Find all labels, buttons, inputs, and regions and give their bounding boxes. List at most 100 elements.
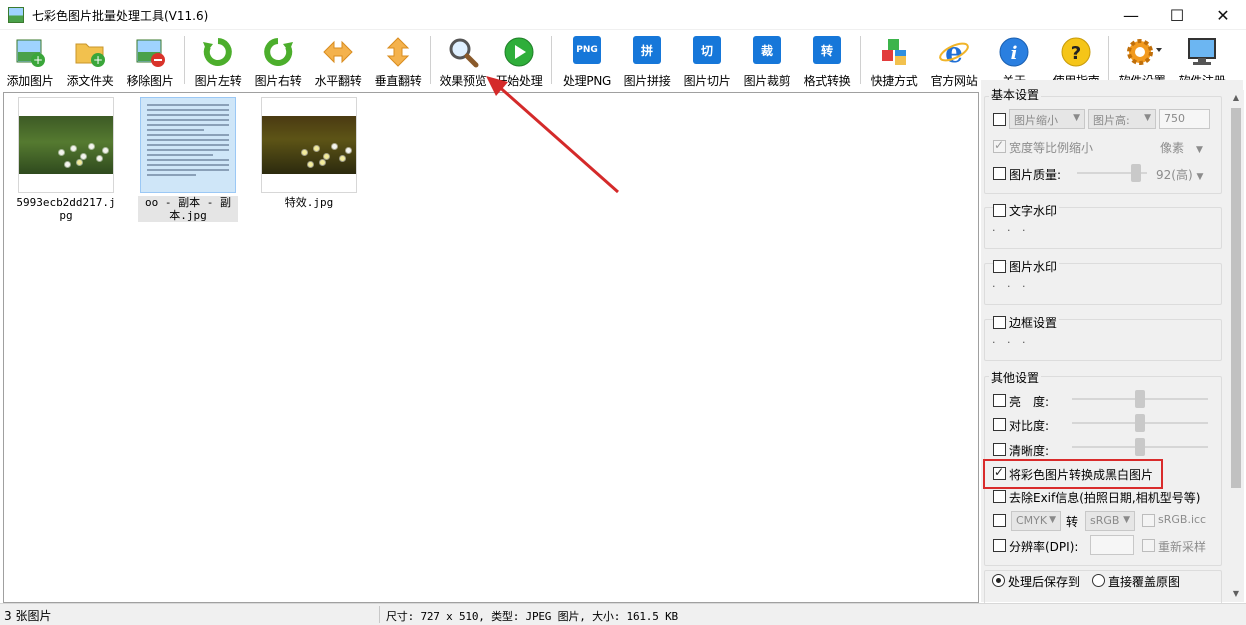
add-folder-button[interactable]: + 添文件夹 — [60, 34, 120, 88]
shortcut-button[interactable]: 快捷方式 — [864, 34, 924, 88]
convert-icon: 转 — [813, 36, 841, 64]
dimension-select[interactable]: 图片高: ▼ — [1088, 109, 1156, 129]
stitch-icon: 拼 — [633, 36, 661, 64]
height-input[interactable]: 750 — [1159, 109, 1210, 129]
scroll-down-icon[interactable]: ▼ — [1228, 586, 1244, 602]
status-bar: 3 张图片 尺寸: 727 x 510, 类型: JPEG 图片, 大小: 16… — [0, 603, 1246, 625]
svg-text:+: + — [33, 53, 43, 67]
quality-slider[interactable] — [1077, 163, 1147, 183]
image-count: 3 张图片 — [4, 609, 52, 623]
chevron-down-icon: ▼ — [1073, 113, 1080, 123]
image-item[interactable]: 特效.jpg — [259, 97, 359, 209]
image-watermark-checkbox[interactable] — [993, 260, 1006, 273]
help-icon: ? — [1060, 36, 1092, 68]
text-watermark-checkbox[interactable] — [993, 204, 1006, 217]
sharpness-slider[interactable] — [1072, 437, 1208, 457]
srgb-icc-checkbox[interactable] — [1142, 514, 1155, 527]
close-icon: ✕ — [1216, 5, 1230, 25]
quality-checkbox[interactable] — [993, 167, 1006, 180]
crop-icon: 裁 — [753, 36, 781, 64]
gear-icon — [1126, 36, 1162, 68]
magnifier-icon — [447, 36, 479, 68]
close-button[interactable]: ✕ — [1200, 0, 1246, 30]
toolbar-separator — [551, 36, 552, 84]
brightness-slider[interactable] — [1072, 389, 1208, 409]
dpi-input[interactable] — [1090, 535, 1134, 555]
resize-checkbox[interactable] — [993, 113, 1006, 126]
resample-checkbox[interactable] — [1142, 539, 1155, 552]
flip-vertical-icon — [382, 36, 414, 68]
image-caption: 5993ecb2dd217.jpg — [16, 196, 116, 222]
preview-button[interactable]: 效果预览 — [433, 34, 493, 88]
maximize-button[interactable]: ☐ — [1154, 0, 1200, 30]
image-item[interactable]: 5993ecb2dd217.jpg — [16, 97, 116, 222]
add-image-button[interactable]: + 添加图片 — [0, 34, 60, 88]
resize-mode-select[interactable]: 图片缩小 ▼ — [1009, 109, 1085, 129]
minimize-icon: — — [1123, 5, 1139, 25]
play-icon — [503, 36, 535, 68]
flip-horizontal-icon — [322, 36, 354, 68]
chevron-down-icon: ▼ — [1049, 515, 1056, 525]
stitch-button[interactable]: 拼 图片拼接 — [617, 34, 677, 88]
unit-select[interactable]: 像素 ▼ — [1160, 139, 1203, 156]
title-bar: 七彩色图片批量处理工具(V11.6) — ☐ ✕ — [0, 0, 1246, 30]
info-icon: i — [998, 36, 1030, 68]
chevron-down-icon: ▼ — [1144, 113, 1151, 123]
svg-text:i: i — [1011, 43, 1018, 64]
minimize-button[interactable]: — — [1108, 0, 1154, 30]
rotate-right-button[interactable]: 图片右转 — [248, 34, 308, 88]
slice-button[interactable]: 切 图片切片 — [677, 34, 737, 88]
process-png-button[interactable]: PNG 处理PNG — [557, 34, 617, 88]
convert-button[interactable]: 转 格式转换 — [797, 34, 857, 88]
svg-text:e: e — [945, 36, 963, 68]
overwrite-radio[interactable] — [1092, 574, 1105, 587]
png-icon: PNG — [573, 36, 601, 64]
quality-select[interactable]: 92(高) ▼ — [1156, 166, 1203, 183]
toolbar-separator — [184, 36, 185, 84]
start-process-button[interactable]: 开始处理 — [489, 34, 549, 88]
color-profile-checkbox[interactable] — [993, 514, 1006, 527]
app-icon — [8, 7, 24, 23]
contrast-slider[interactable] — [1072, 413, 1208, 433]
image-thumbnail — [18, 97, 114, 193]
save-to-radio[interactable] — [992, 574, 1005, 587]
panel-scrollbar[interactable]: ▲ ▼ — [1228, 90, 1244, 602]
svg-text:?: ? — [1071, 43, 1081, 64]
contrast-checkbox[interactable] — [993, 418, 1006, 431]
status-divider — [379, 606, 380, 623]
image-item[interactable]: oo - 副本 - 副本.jpg — [138, 97, 238, 222]
brightness-checkbox[interactable] — [993, 394, 1006, 407]
svg-text:+: + — [93, 53, 103, 67]
border-checkbox[interactable] — [993, 316, 1006, 329]
flip-horizontal-button[interactable]: 水平翻转 — [308, 34, 368, 88]
grayscale-highlight-box — [983, 459, 1163, 489]
basic-settings-title: 基本设置 — [989, 86, 1042, 103]
chevron-down-icon: ▼ — [1196, 172, 1204, 182]
other-settings-title: 其他设置 — [989, 369, 1042, 386]
crop-button[interactable]: 裁 图片裁剪 — [737, 34, 797, 88]
image-info: 尺寸: 727 x 510, 类型: JPEG 图片, 大小: 161.5 KB — [386, 610, 678, 623]
remove-image-button[interactable]: 移除图片 — [120, 34, 180, 88]
dpi-checkbox[interactable] — [993, 539, 1006, 552]
image-thumbnail — [261, 97, 357, 193]
keep-ratio-checkbox[interactable] — [993, 138, 1006, 153]
toolbar-separator — [1108, 36, 1109, 84]
remove-exif-checkbox[interactable] — [993, 490, 1006, 503]
image-thumbnail — [140, 97, 236, 193]
slice-icon: 切 — [693, 36, 721, 64]
chevron-down-icon: ▼ — [1123, 515, 1130, 525]
scroll-up-icon[interactable]: ▲ — [1228, 90, 1244, 106]
rotate-left-button[interactable]: 图片左转 — [188, 34, 248, 88]
scroll-thumb[interactable] — [1231, 108, 1241, 488]
target-profile-select[interactable]: sRGB ▼ — [1085, 511, 1135, 531]
image-list[interactable]: 5993ecb2dd217.jpg oo - 副本 - 副本.jpg 特效.jp… — [3, 92, 979, 603]
flip-vertical-button[interactable]: 垂直翻转 — [368, 34, 428, 88]
official-site-button[interactable]: e 官方网站 — [924, 34, 984, 88]
monitor-icon — [1186, 36, 1218, 68]
sharpness-checkbox[interactable] — [993, 443, 1006, 456]
source-profile-select[interactable]: CMYK ▼ — [1011, 511, 1061, 531]
shortcut-icon — [878, 36, 910, 68]
rotate-left-icon — [202, 36, 234, 68]
toolbar-separator — [860, 36, 861, 84]
image-caption: oo - 副本 - 副本.jpg — [138, 196, 238, 222]
